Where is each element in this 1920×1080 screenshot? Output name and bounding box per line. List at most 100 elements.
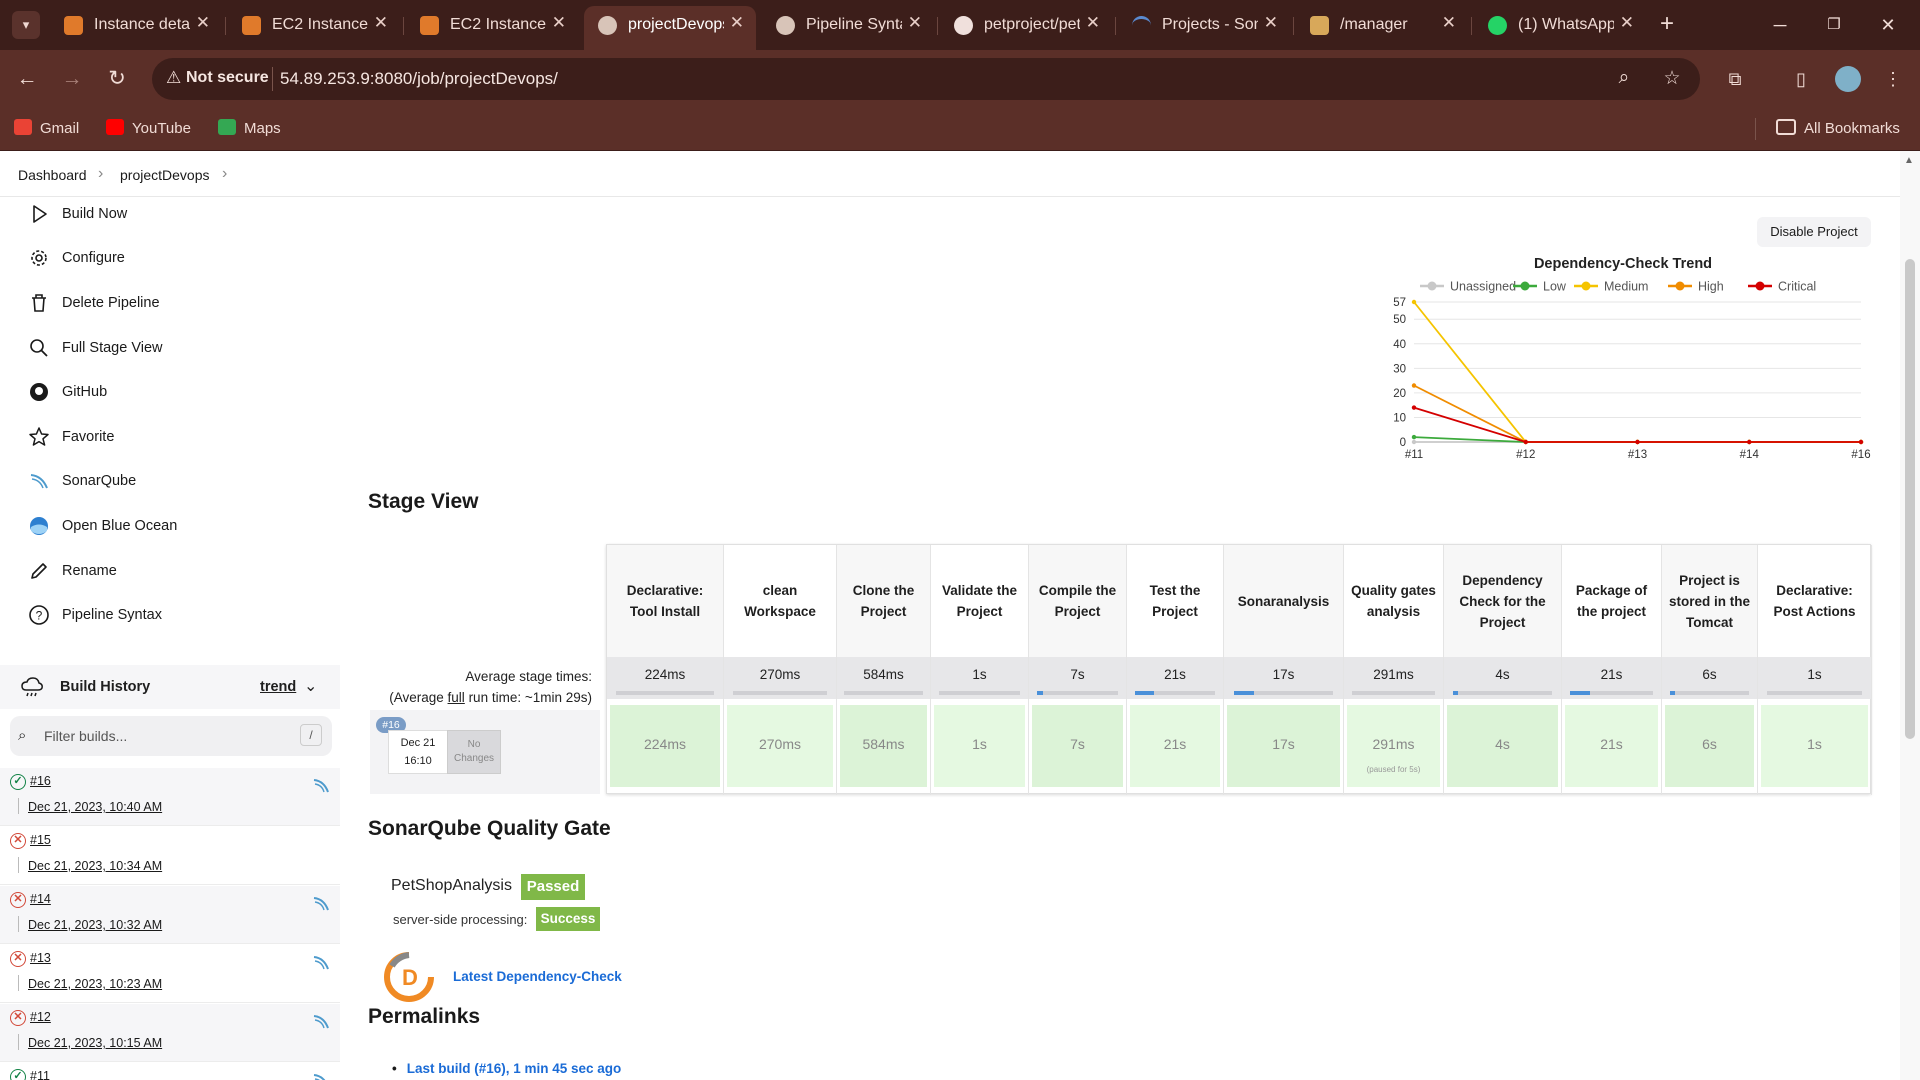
back-arrow-icon[interactable]: ←	[12, 64, 42, 94]
zoom-search-icon[interactable]: ⌕	[1612, 67, 1636, 91]
bookmark-maps[interactable]: Maps	[218, 118, 281, 140]
build-number-link[interactable]: #14	[30, 892, 51, 906]
stage-cell[interactable]: 7s	[1032, 705, 1123, 787]
close-icon[interactable]: ✕	[1086, 13, 1100, 33]
build-number-link[interactable]: #15	[30, 833, 51, 847]
sonarqube-icon[interactable]	[312, 953, 330, 971]
build-date-link[interactable]: Dec 21, 2023, 10:32 AM	[28, 918, 162, 932]
bookmark-star-icon[interactable]: ☆	[1660, 67, 1684, 91]
build-history-row[interactable]: ✓ #16 Dec 21, 2023, 10:40 AM	[0, 768, 340, 826]
build-number-link[interactable]: #13	[30, 951, 51, 965]
profile-avatar-icon[interactable]	[1833, 64, 1863, 94]
close-icon[interactable]: ✕	[374, 13, 388, 33]
reload-icon[interactable]: ↻	[102, 64, 132, 94]
chevron-down-icon[interactable]: ⌄	[304, 676, 317, 696]
close-icon[interactable]: ✕	[730, 13, 744, 33]
stage-cell[interactable]: 584ms	[840, 705, 927, 787]
tab-4-active[interactable]: projectDevops ✕	[584, 6, 756, 50]
build-history-row[interactable]: ✕ #12 Dec 21, 2023, 10:15 AM	[0, 1004, 340, 1062]
stage-cell[interactable]: 1s	[934, 705, 1025, 787]
build-date-link[interactable]: Dec 21, 2023, 10:15 AM	[28, 1036, 162, 1050]
disable-project-button[interactable]: Disable Project	[1757, 217, 1871, 247]
tab-3[interactable]: EC2 Instance ✕	[406, 8, 578, 42]
all-bookmarks[interactable]: All Bookmarks	[1776, 118, 1900, 140]
build-changes[interactable]: No Changes	[447, 730, 501, 774]
stage-cell[interactable]: 1s	[1761, 705, 1868, 787]
sidebar-item-build-now[interactable]: Build Now	[24, 197, 324, 231]
side-panel-icon[interactable]: ▯	[1786, 64, 1816, 94]
close-icon[interactable]: ✕	[1442, 13, 1456, 33]
sidebar-item-full-stage-view[interactable]: Full Stage View	[24, 331, 324, 365]
address-bar[interactable]: ⚠ Not secure 54.89.253.9:8080/job/projec…	[152, 58, 1700, 100]
tab-8[interactable]: /manager ✕	[1296, 8, 1468, 42]
stage-cell[interactable]: 4s	[1447, 705, 1558, 787]
browser-menu-icon[interactable]: ⋮	[1878, 64, 1908, 94]
sidebar-item-rename[interactable]: Rename	[24, 554, 324, 588]
stage-cell[interactable]: 21s	[1565, 705, 1658, 787]
tab-6[interactable]: petproject/pet ✕	[940, 8, 1112, 42]
sidebar-item-delete-pipeline[interactable]: Delete Pipeline	[24, 286, 324, 320]
search-icon: ⌕	[18, 727, 27, 744]
close-icon[interactable]: ✕	[196, 13, 210, 33]
build-history-row[interactable]: ✕ #14 Dec 21, 2023, 10:32 AM	[0, 886, 340, 944]
close-icon[interactable]: ✕	[552, 13, 566, 33]
sonarqube-icon[interactable]	[312, 894, 330, 912]
sidebar-item-github[interactable]: GitHub	[24, 375, 324, 409]
page-scrollbar[interactable]: ▲	[1900, 151, 1920, 1080]
sonarqube-icon[interactable]	[312, 1012, 330, 1030]
scroll-up-arrow-icon[interactable]: ▲	[1904, 155, 1914, 166]
build-date-link[interactable]: Dec 21, 2023, 10:34 AM	[28, 859, 162, 873]
maximize-icon[interactable]: ❐	[1814, 10, 1854, 40]
trend-link[interactable]: trend	[260, 679, 296, 695]
new-tab-plus-icon[interactable]: +	[1652, 10, 1682, 40]
tab-9[interactable]: (1) WhatsApp ✕	[1474, 8, 1646, 42]
close-icon[interactable]: ✕	[1264, 13, 1278, 33]
minimize-icon[interactable]: ─	[1760, 10, 1800, 40]
breadcrumb-dashboard[interactable]: Dashboard	[18, 167, 87, 183]
stage-cell[interactable]: 291ms (paused for 5s)	[1347, 705, 1440, 787]
close-icon[interactable]: ✕	[908, 13, 922, 33]
full-run-time-link[interactable]: full	[448, 690, 465, 705]
filter-builds-input[interactable]: ⌕ Filter builds... /	[10, 716, 332, 756]
sidebar-item-favorite[interactable]: Favorite	[24, 420, 324, 454]
bookmark-gmail[interactable]: Gmail	[14, 118, 79, 140]
forward-arrow-icon[interactable]: →	[57, 64, 87, 94]
sidebar-item-sonarqube[interactable]: SonarQube	[24, 464, 324, 498]
build-date-link[interactable]: Dec 21, 2023, 10:23 AM	[28, 977, 162, 991]
sidebar-item-pipeline-syntax[interactable]: ? Pipeline Syntax	[24, 598, 324, 632]
sonarqube-icon[interactable]	[312, 776, 330, 794]
stage-cell[interactable]: 224ms	[610, 705, 720, 787]
sidebar-item-configure[interactable]: Configure	[24, 241, 324, 275]
tab-1[interactable]: Instance details ✕	[50, 8, 222, 42]
window-close-icon[interactable]: ✕	[1868, 10, 1908, 40]
build-number-link[interactable]: #11	[30, 1069, 50, 1080]
bookmark-youtube[interactable]: YouTube	[106, 118, 191, 140]
build-history-row[interactable]: ✕ #13 Dec 21, 2023, 10:23 AM	[0, 945, 340, 1003]
sonar-project-link[interactable]: PetShopAnalysis	[391, 877, 512, 895]
stage-cell[interactable]: 21s	[1130, 705, 1220, 787]
warning-triangle-icon[interactable]: ⚠	[166, 68, 188, 90]
security-indicator[interactable]: Not secure	[186, 69, 269, 87]
close-icon[interactable]: ✕	[1620, 13, 1634, 33]
extensions-puzzle-icon[interactable]: ⧉	[1720, 64, 1750, 94]
stage-cell[interactable]: 6s	[1665, 705, 1754, 787]
tab-7[interactable]: Projects - SonarQube ✕	[1118, 8, 1290, 42]
build-history-row[interactable]: ✕ #15 Dec 21, 2023, 10:34 AM	[0, 827, 340, 885]
tab-search-chevron-icon[interactable]: ▾	[12, 11, 40, 39]
stage-cell[interactable]: 270ms	[727, 705, 833, 787]
legend-label: High	[1698, 280, 1724, 294]
latest-dependency-check-link[interactable]: Latest Dependency-Check	[453, 969, 622, 984]
stage-cell[interactable]: 17s	[1227, 705, 1340, 787]
build-history-row[interactable]: ✓ #11	[0, 1063, 340, 1080]
sidebar-item-open-blue-ocean[interactable]: Open Blue Ocean	[24, 509, 324, 543]
sonarqube-icon[interactable]	[312, 1071, 330, 1080]
build-number-link[interactable]: #12	[30, 1010, 51, 1024]
url-text[interactable]: 54.89.253.9:8080/job/projectDevops/	[280, 69, 558, 89]
build-date-link[interactable]: Dec 21, 2023, 10:40 AM	[28, 800, 162, 814]
build-number-link[interactable]: #16	[30, 774, 51, 788]
scrollbar-thumb[interactable]	[1905, 259, 1915, 739]
permalink-last-build[interactable]: Last build (#16), 1 min 45 sec ago	[392, 1061, 622, 1076]
breadcrumb-project[interactable]: projectDevops	[120, 167, 210, 183]
tab-2[interactable]: EC2 Instance ✕	[228, 8, 400, 42]
tab-5[interactable]: Pipeline Syntax ✕	[762, 8, 934, 42]
